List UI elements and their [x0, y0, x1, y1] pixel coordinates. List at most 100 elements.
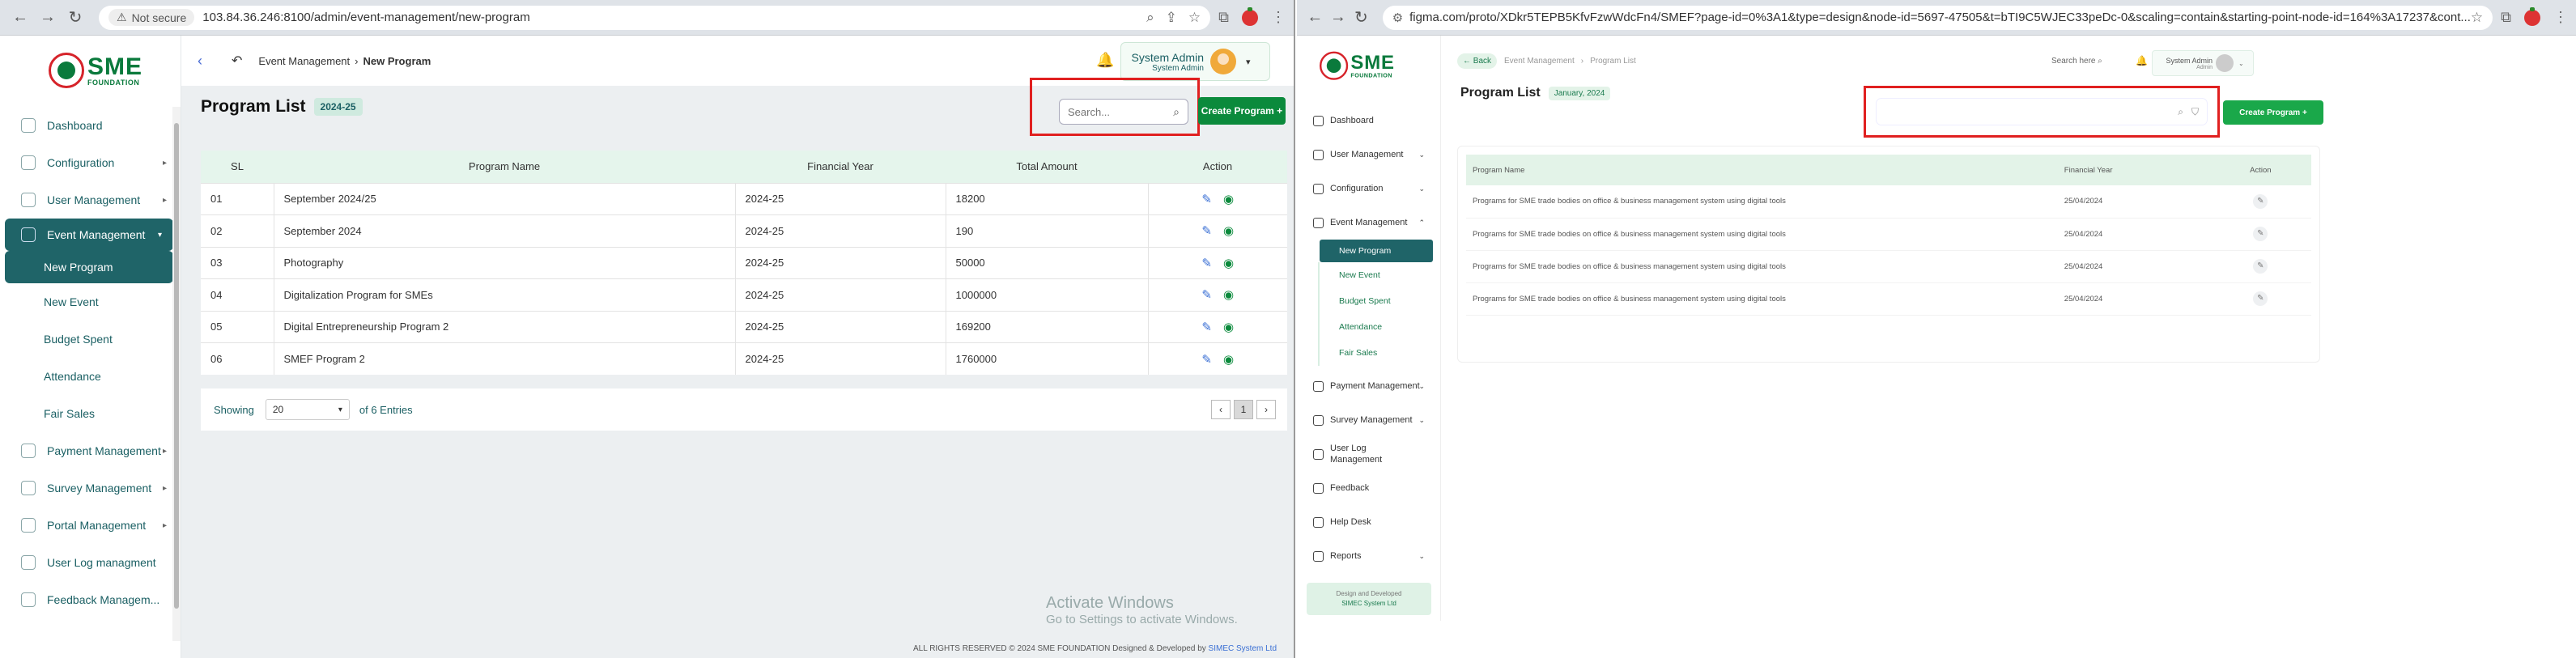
developer-link[interactable]: SIMEC System Ltd: [1209, 644, 1277, 653]
next-page-icon[interactable]: ›: [1256, 400, 1276, 419]
sidebar-item-user-management[interactable]: User Management ▸: [0, 181, 178, 219]
cell-actions: ✎: [2209, 250, 2311, 283]
sidebar-subitem-new-program[interactable]: New Program: [5, 251, 173, 283]
back-arrow-icon[interactable]: ←: [8, 6, 32, 30]
sidebar-item-reports[interactable]: Reports ⌄: [1297, 539, 1441, 573]
reload-icon[interactable]: ↻: [63, 6, 87, 30]
sme-foundation-logo[interactable]: SME FOUNDATION: [49, 47, 146, 94]
sidebar-subitem-new-event[interactable]: New Event: [1318, 262, 1441, 288]
cell-sl: 04: [201, 278, 274, 311]
view-eye-icon[interactable]: ◉: [1223, 193, 1234, 206]
back-button[interactable]: ← Back: [1457, 53, 1498, 69]
sidebar-item-dashboard[interactable]: Dashboard: [1297, 104, 1441, 138]
user-menu[interactable]: System Admin System Admin ▾: [1120, 42, 1270, 81]
sidebar-subitem-fair-sales[interactable]: Fair Sales: [1318, 340, 1441, 366]
sidebar-item-dashboard[interactable]: Dashboard: [0, 107, 178, 144]
sidebar-item-event-management[interactable]: Event Management ▾: [5, 219, 173, 251]
sidebar-item-feedback[interactable]: Feedback: [1297, 471, 1441, 505]
collapse-sidebar-icon[interactable]: ‹: [198, 53, 202, 70]
forward-arrow-icon[interactable]: →: [36, 6, 60, 30]
reload-icon[interactable]: ↻: [1351, 6, 1371, 30]
sidebar-item-help-desk[interactable]: Help Desk: [1297, 505, 1441, 539]
address-bar[interactable]: ⚠ Not secure 103.84.36.246:8100/admin/ev…: [99, 5, 1211, 30]
sidebar-subitem-budget-spent[interactable]: Budget Spent: [0, 321, 178, 358]
bookmark-star-icon[interactable]: ☆: [2471, 10, 2483, 26]
credit-company[interactable]: SIMEC System Ltd: [1307, 599, 1431, 609]
edit-icon[interactable]: ✎: [2253, 259, 2268, 274]
sidebar-item-payment-management[interactable]: Payment Management ▸: [0, 432, 178, 469]
sme-foundation-logo[interactable]: SME FOUNDATION: [1320, 47, 1397, 84]
sidebar-item-configuration[interactable]: Configuration ▸: [0, 144, 178, 181]
sidebar-item-payment-management[interactable]: Payment Management ⌄: [1297, 369, 1441, 403]
search-input[interactable]: [1068, 105, 1157, 118]
back-icon[interactable]: ↶: [232, 53, 242, 69]
prev-page-icon[interactable]: ‹: [1211, 400, 1231, 419]
menu-kebab-icon[interactable]: ⋮: [2553, 9, 2568, 26]
create-program-button[interactable]: Create Program +: [2223, 100, 2323, 125]
search-icon[interactable]: ⌕: [2178, 106, 2183, 118]
sidebar-item-feedback[interactable]: Feedback Managem...: [0, 581, 178, 618]
sidebar-item-user-management[interactable]: User Management ⌄: [1297, 138, 1441, 172]
edit-icon[interactable]: ✎: [1201, 288, 1212, 302]
edit-icon[interactable]: ✎: [1201, 257, 1212, 270]
sidebar-subitem-attendance[interactable]: Attendance: [1318, 314, 1441, 340]
edit-icon[interactable]: ✎: [1201, 321, 1212, 334]
sidebar-item-user-log[interactable]: User Log managment: [0, 544, 178, 581]
back-arrow-icon[interactable]: ←: [1305, 6, 1325, 30]
edit-icon[interactable]: ✎: [1201, 224, 1212, 238]
sidebar-subitem-budget-spent[interactable]: Budget Spent: [1318, 288, 1441, 314]
sidebar-item-configuration[interactable]: Configuration ⌄: [1297, 172, 1441, 206]
zoom-icon[interactable]: ⌕: [1146, 10, 1154, 26]
header-search[interactable]: Search here ⌕: [2051, 57, 2102, 66]
notification-bell-icon[interactable]: 🔔: [1096, 52, 1114, 69]
edit-icon[interactable]: ✎: [2253, 227, 2268, 241]
page-number-button[interactable]: 1: [1234, 400, 1253, 419]
view-eye-icon[interactable]: ◉: [1223, 321, 1234, 334]
sidebar-item-user-log[interactable]: User Log Management: [1297, 437, 1441, 471]
users-icon: [1313, 149, 1324, 160]
sidebar-subitem-new-event[interactable]: New Event: [0, 283, 178, 321]
search-icon[interactable]: ⌕: [1173, 105, 1180, 119]
share-icon[interactable]: ⇪: [1166, 10, 1177, 26]
sidebar-subitem-new-program[interactable]: New Program: [1320, 240, 1433, 262]
edit-icon[interactable]: ✎: [1201, 353, 1212, 367]
cell-program-name: September 2024: [273, 214, 735, 247]
view-eye-icon[interactable]: ◉: [1223, 257, 1234, 270]
search-input[interactable]: ⌕ ⛉: [1877, 99, 2207, 125]
breadcrumb-parent[interactable]: Event Management: [1504, 57, 1575, 66]
view-eye-icon[interactable]: ◉: [1223, 353, 1234, 367]
tomato-extension-icon[interactable]: [1242, 6, 1258, 26]
sidebar-item-survey-management[interactable]: Survey Management ▸: [0, 469, 178, 507]
sidebar-subitem-fair-sales[interactable]: Fair Sales: [0, 395, 178, 432]
edit-icon[interactable]: ✎: [1201, 193, 1212, 206]
sidebar-scrollbar[interactable]: [172, 107, 181, 641]
bookmark-star-icon[interactable]: ☆: [1188, 10, 1201, 26]
view-eye-icon[interactable]: ◉: [1223, 288, 1234, 302]
sidebar-item-survey-management[interactable]: Survey Management ⌄: [1297, 403, 1441, 437]
site-info-icon[interactable]: ⚙: [1392, 11, 1403, 25]
sidebar-subitem-attendance[interactable]: Attendance: [0, 358, 178, 395]
tomato-extension-icon[interactable]: [2524, 6, 2540, 26]
user-role: Admin: [2196, 64, 2213, 70]
notification-bell-icon[interactable]: 🔔: [2136, 55, 2148, 66]
page-size-select[interactable]: 20 ▾: [265, 399, 350, 420]
back-button-label: Back: [1473, 57, 1492, 66]
sidebar-item-label: Help Desk: [1330, 517, 1371, 527]
breadcrumb-parent[interactable]: Event Management: [258, 55, 350, 67]
create-program-button[interactable]: Create Program +: [1198, 97, 1286, 125]
view-eye-icon[interactable]: ◉: [1223, 224, 1234, 238]
menu-kebab-icon[interactable]: ⋮: [1271, 9, 1286, 26]
forward-arrow-icon[interactable]: →: [1328, 6, 1349, 30]
extensions-icon[interactable]: ⧉: [2501, 9, 2511, 26]
not-secure-badge[interactable]: ⚠ Not secure: [108, 9, 195, 26]
chevron-right-icon: ▸: [162, 520, 167, 530]
search-box[interactable]: ⌕: [1059, 99, 1188, 125]
sidebar-item-event-management[interactable]: Event Management ⌃: [1297, 206, 1441, 240]
filter-icon[interactable]: ⛉: [2191, 106, 2199, 118]
user-menu[interactable]: System Admin Admin ⌄: [2152, 50, 2254, 76]
extensions-icon[interactable]: ⧉: [1218, 9, 1229, 26]
edit-icon[interactable]: ✎: [2253, 193, 2268, 209]
edit-icon[interactable]: ✎: [2253, 291, 2268, 306]
address-bar[interactable]: ⚙ figma.com/proto/XDkr5TEPB5KfvFzwWdcFn4…: [1382, 5, 2493, 30]
sidebar-item-portal-management[interactable]: Portal Management ▸: [0, 507, 178, 544]
